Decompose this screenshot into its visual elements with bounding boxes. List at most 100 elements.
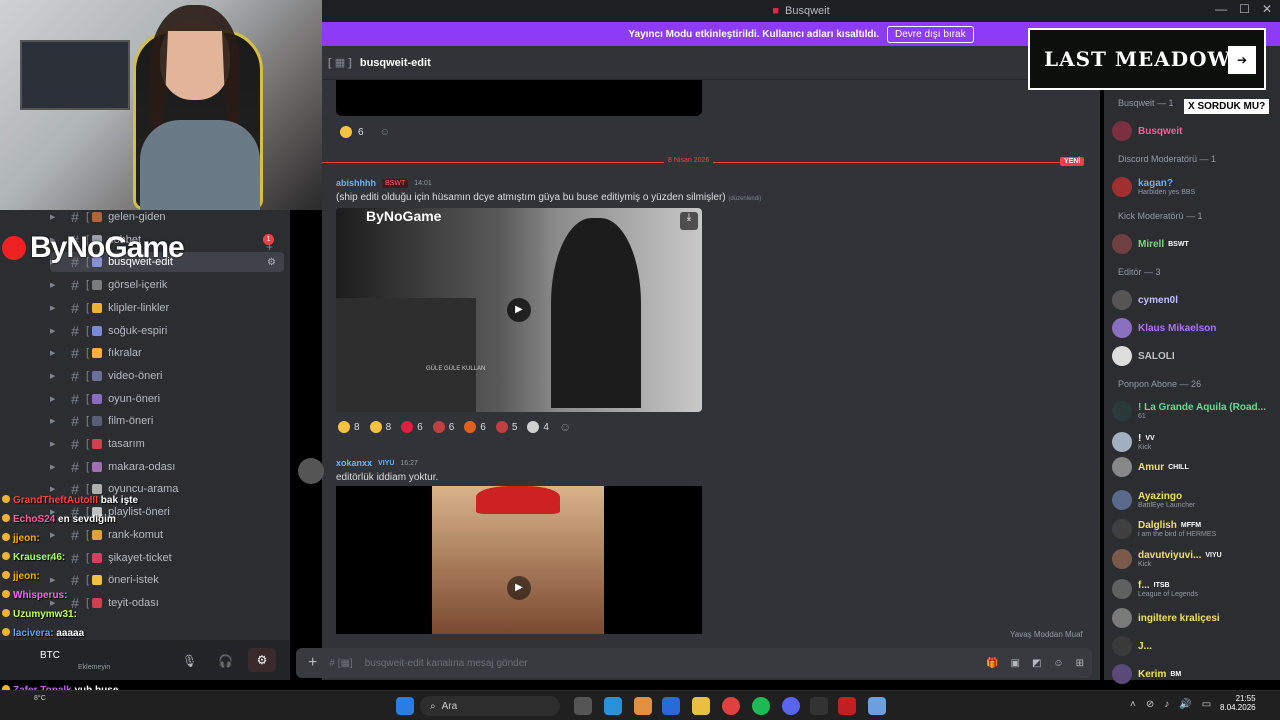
member-item[interactable]: Mirell BSWT bbox=[1112, 233, 1278, 255]
reaction-chip[interactable]: 4 bbox=[527, 420, 549, 434]
gift-icon[interactable]: 🎁 bbox=[986, 658, 998, 669]
member-name: Busqweit bbox=[1138, 125, 1183, 137]
member-avatar bbox=[1112, 608, 1132, 628]
task-view-icon[interactable] bbox=[574, 697, 592, 715]
arrow-right-icon[interactable]: ➔ bbox=[1228, 46, 1256, 74]
start-icon[interactable] bbox=[396, 697, 414, 715]
channel-item[interactable]: ▶ # [makara-odası bbox=[50, 457, 284, 477]
channel-item[interactable]: ▶ # [gelen-giden bbox=[50, 207, 284, 227]
channel-item[interactable]: ▶ # [film-öneri bbox=[50, 411, 284, 431]
settings-app-icon[interactable] bbox=[868, 697, 886, 715]
explorer-icon[interactable] bbox=[692, 697, 710, 715]
composer-placeholder[interactable]: busqweit-edit kanalına mesaj gönder bbox=[365, 658, 528, 669]
taskbar-search[interactable]: ⌕ Ara bbox=[420, 696, 560, 716]
shock-emoji-icon[interactable] bbox=[340, 126, 352, 138]
member-item[interactable]: Kerim BM bbox=[1112, 663, 1278, 685]
copilot-icon[interactable] bbox=[634, 697, 652, 715]
close-icon[interactable]: ✕ bbox=[1262, 2, 1272, 16]
member-item[interactable]: Ayazingo BattlEye Launcher bbox=[1112, 489, 1278, 511]
previous-video[interactable] bbox=[336, 80, 702, 116]
reaction-chip[interactable]: 6 bbox=[464, 420, 486, 434]
member-item[interactable]: ! VV Kick bbox=[1112, 431, 1278, 453]
channel-item[interactable]: ▶ # [fıkralar bbox=[50, 343, 284, 363]
message-author[interactable]: abishhhh bbox=[336, 178, 376, 188]
disable-streamer-mode-button[interactable]: Devre dışı bırak bbox=[887, 25, 974, 43]
reaction-chip[interactable]: 5 bbox=[495, 420, 517, 434]
stream-chat-line: jjeon: bbox=[2, 533, 40, 544]
apps-icon[interactable]: ⊞ bbox=[1076, 658, 1084, 669]
reaction-chip[interactable]: 6 bbox=[401, 420, 423, 434]
add-reaction-icon[interactable]: ☺ bbox=[380, 127, 390, 138]
video-embed-2[interactable]: ▶ bbox=[336, 486, 702, 634]
member-item[interactable]: kagan? Harbiden yes BBS bbox=[1112, 176, 1278, 198]
headphones-icon[interactable]: 🎧 bbox=[218, 654, 233, 668]
member-item[interactable]: ! La Grande Aquila (Road... 61 bbox=[1112, 400, 1278, 422]
microphone-icon[interactable]: 🎙 bbox=[182, 654, 197, 668]
reaction-chip[interactable]: 6 bbox=[432, 420, 454, 434]
emoji-icon[interactable]: ☺ bbox=[1053, 658, 1063, 669]
channel-item[interactable]: ▶ # [öneri-istek bbox=[50, 570, 284, 590]
member-item[interactable]: SALOLI bbox=[1112, 345, 1278, 367]
channel-label: klipler-linkler bbox=[108, 301, 170, 314]
app-icon[interactable] bbox=[838, 697, 856, 715]
battery-icon[interactable]: ▭ bbox=[1202, 699, 1211, 710]
reaction-chip[interactable]: 8 bbox=[338, 420, 360, 434]
spotify-icon[interactable] bbox=[752, 697, 770, 715]
member-name: Dalglish bbox=[1138, 520, 1177, 531]
gif-icon[interactable]: ▣ bbox=[1010, 658, 1019, 669]
message-composer[interactable]: + # [▦] busqweit-edit kanalına mesaj gön… bbox=[296, 648, 1092, 678]
obs-icon[interactable] bbox=[810, 697, 828, 715]
mic-tray-icon[interactable]: ♪ bbox=[1164, 699, 1169, 710]
clock[interactable]: 21:55 8.04.2026 bbox=[1220, 694, 1256, 712]
channel-item[interactable]: ▶ #[şikayet-ticket bbox=[50, 548, 284, 568]
member-item[interactable]: Klaus Mikaelson bbox=[1112, 317, 1278, 339]
channel-emoji-icon bbox=[92, 280, 103, 291]
settings-icon[interactable]: ⚙ bbox=[248, 648, 276, 672]
member-group-header: Busqweit — 1 bbox=[1118, 98, 1174, 108]
play-icon[interactable]: ▶ bbox=[507, 576, 531, 600]
maximize-icon[interactable]: ☐ bbox=[1239, 2, 1250, 16]
member-name: ! La Grande Aquila (Road... bbox=[1138, 402, 1266, 413]
last-meadow-ad[interactable]: LAST MEADOW ➔ bbox=[1028, 28, 1266, 90]
logo-mark-icon bbox=[2, 236, 26, 260]
channel-item[interactable]: ▶ #[teyit-odası bbox=[50, 593, 284, 613]
video-embed[interactable]: ByNoGame GÜLE GÜLE KULLAN ▶ ⤓ bbox=[336, 208, 702, 412]
member-item[interactable]: J... bbox=[1112, 635, 1278, 657]
network-icon[interactable]: ⊘ bbox=[1146, 699, 1154, 710]
channel-item[interactable]: ▶ # [klipler-linkler bbox=[50, 298, 284, 318]
play-icon[interactable]: ▶ bbox=[507, 298, 531, 322]
store-icon[interactable] bbox=[662, 697, 680, 715]
discord-icon[interactable] bbox=[782, 697, 800, 715]
edge-icon[interactable] bbox=[604, 697, 622, 715]
minimize-icon[interactable]: — bbox=[1215, 2, 1227, 16]
user-panel: BTC Eklemeyin 🎙 🎧 ⚙ bbox=[0, 640, 290, 680]
member-item[interactable]: ingiltere kraliçesi bbox=[1112, 607, 1278, 629]
channel-label: fıkralar bbox=[108, 347, 142, 360]
channel-item[interactable]: ▶ # [soğuk-espiri bbox=[50, 321, 284, 341]
channel-item[interactable]: ▶ # [rank-komut bbox=[50, 525, 284, 545]
chat-badge-icon bbox=[2, 590, 10, 598]
channel-settings-icon[interactable]: ⚙ bbox=[267, 257, 276, 268]
add-attachment-icon[interactable]: + bbox=[308, 654, 317, 672]
avatar[interactable] bbox=[298, 458, 324, 484]
member-item[interactable]: davutviyuvi... VIYU Kick bbox=[1112, 548, 1278, 570]
member-item[interactable]: cymen0l bbox=[1112, 289, 1278, 311]
sticker-icon[interactable]: ◩ bbox=[1032, 658, 1041, 669]
member-item[interactable]: f... ITSB League of Legends bbox=[1112, 578, 1278, 600]
download-icon[interactable]: ⤓ bbox=[680, 212, 698, 230]
chevron-up-icon[interactable]: ˄ bbox=[1130, 699, 1136, 710]
speaker-icon[interactable]: 🔊 bbox=[1179, 699, 1191, 710]
reaction-bar: 8 8 6 6 6 5 4 ☺ bbox=[338, 420, 571, 434]
add-channel-icon[interactable]: + bbox=[266, 240, 273, 254]
channel-item[interactable]: ▶ # [görsel-içerik bbox=[50, 275, 284, 295]
member-item[interactable]: Busqweit bbox=[1112, 120, 1278, 142]
member-item[interactable]: Dalglish MFFM i am the bird of HERMES bbox=[1112, 518, 1278, 540]
channel-item[interactable]: ▶ # [oyun-öneri bbox=[50, 389, 284, 409]
member-item[interactable]: Amur CHILL bbox=[1112, 456, 1278, 478]
reaction-chip[interactable]: 8 bbox=[369, 420, 391, 434]
add-reaction-icon[interactable]: ☺ bbox=[559, 420, 571, 434]
channel-item[interactable]: ▶ # [tasarım bbox=[50, 434, 284, 454]
message-author[interactable]: xokanxx bbox=[336, 458, 372, 468]
channel-item[interactable]: ▶ # [video-öneri bbox=[50, 366, 284, 386]
chrome-icon[interactable] bbox=[722, 697, 740, 715]
